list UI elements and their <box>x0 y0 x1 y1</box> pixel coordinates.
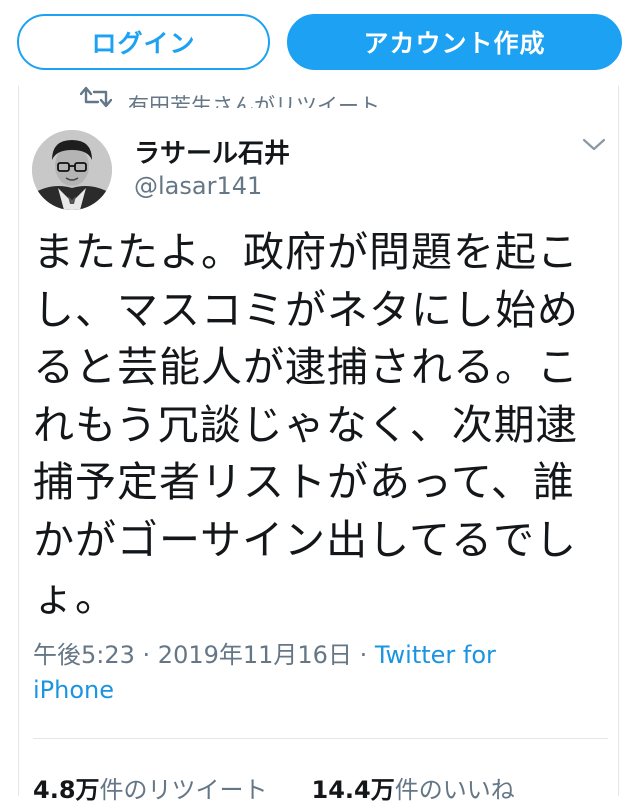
meta-separator: · <box>351 641 375 669</box>
tweet-text-line: し、マスコミがネタにし始め <box>33 290 579 337</box>
retweet-icon <box>80 86 112 108</box>
tweet-time[interactable]: 午後5:23 <box>33 641 135 669</box>
tweet-source-link[interactable]: Twitter for <box>375 641 496 669</box>
author-handle[interactable]: @lasar141 <box>134 172 262 200</box>
tweet-text-line: れもう冗談じゃなく、次期逮 <box>33 405 578 452</box>
likes-label: 件のいいね <box>394 776 515 804</box>
divider <box>33 738 608 739</box>
signup-button[interactable]: アカウント作成 <box>287 14 622 70</box>
author-display-name[interactable]: ラサール石井 <box>134 133 290 170</box>
avatar-image <box>32 130 112 210</box>
tweet-stats: 4.8万件のリツイート 14.4万件のいいね <box>33 770 515 805</box>
tweet-text-line: ると芸能人が逮捕される。こ <box>33 348 579 394</box>
login-button[interactable]: ログイン <box>17 14 270 70</box>
tweet-text-line: 捕予定者リストがあって、誰 <box>33 463 575 509</box>
tweet-text-line: またたよ。政府が問題を起こ <box>33 233 579 279</box>
avatar[interactable] <box>32 130 112 210</box>
tweet-date[interactable]: 2019年11月16日 <box>158 641 352 669</box>
likes-stat[interactable]: 14.4万件のいいね <box>312 770 515 805</box>
meta-separator: · <box>134 641 158 669</box>
tweet-timestamp-line: 午後5:23 · 2019年11月16日 · Twitter for <box>33 639 496 671</box>
chevron-down-icon[interactable] <box>580 135 608 155</box>
retweet-context-text: 有田芳生さんがリツイート <box>128 94 380 109</box>
retweets-label: 件のリツイート <box>99 776 268 804</box>
top-bar: ログイン アカウント作成 <box>0 0 639 86</box>
tweet-text-line: ょ。 <box>33 578 117 624</box>
tweet-source-link-continued[interactable]: iPhone <box>33 674 114 706</box>
retweets-stat[interactable]: 4.8万件のリツイート <box>33 770 268 805</box>
likes-count: 14.4万 <box>311 776 395 804</box>
tweet-text-line: かがゴーサイン出してるでし <box>33 520 577 567</box>
tweet-text: またたよ。政府が問題を起こ し、マスコミがネタにし始め ると芸能人が逮捕される。… <box>33 228 589 631</box>
retweet-context[interactable]: 有田芳生さんがリツイート <box>80 86 380 108</box>
retweets-count: 4.8万 <box>33 776 100 804</box>
